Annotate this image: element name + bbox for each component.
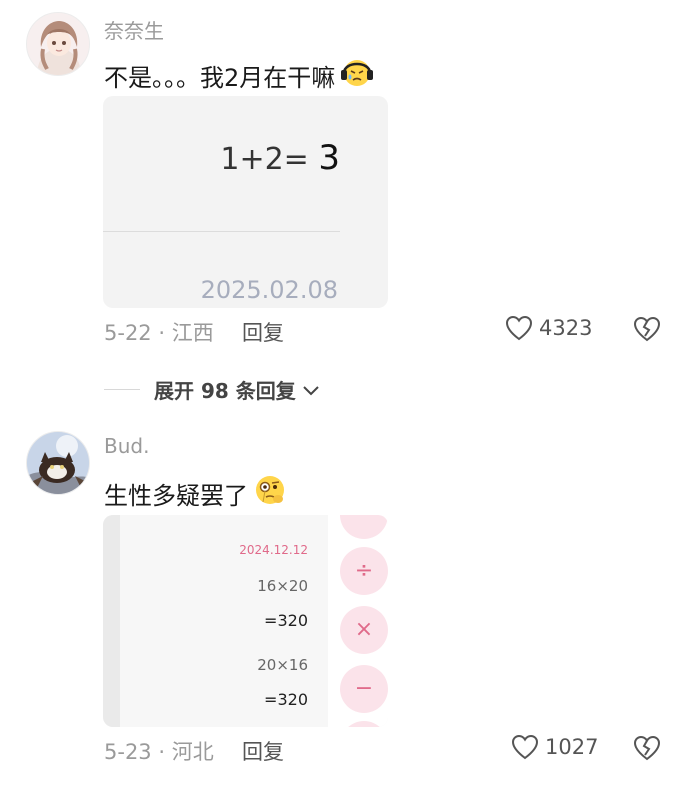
calc-expression: 1+2= 3 — [220, 138, 340, 178]
calc-result: 3 — [318, 138, 340, 178]
like-button[interactable]: 1027 — [511, 734, 598, 760]
history-panel: 2024.12.12 16×20 =320 20×16 =320 — [120, 515, 328, 727]
meta-dot: · — [158, 321, 166, 345]
comment-image-calculator-history[interactable]: 2024.12.12 16×20 =320 20×16 =320 ÷ × − — [103, 515, 388, 727]
avatar[interactable] — [26, 431, 90, 495]
calc-button-minus: − — [340, 665, 388, 713]
reply-button[interactable]: 回复 — [242, 736, 284, 766]
dislike-button[interactable] — [633, 316, 661, 346]
username[interactable]: 奈奈生 — [104, 15, 164, 44]
comment-date: 5-22 — [104, 321, 152, 345]
dislike-button[interactable] — [633, 735, 661, 765]
reply-button[interactable]: 回复 — [242, 317, 284, 347]
like-count: 1027 — [545, 735, 599, 759]
calc-divider — [103, 231, 340, 232]
expand-divider — [104, 389, 140, 390]
comment-location: 江西 — [171, 321, 214, 345]
avatar-cat-photo-image — [27, 432, 89, 494]
broken-heart-icon — [633, 735, 661, 761]
meta-dot: · — [158, 740, 166, 764]
history-expression: 20×16 — [257, 656, 308, 674]
like-count: 4323 — [539, 316, 593, 340]
like-button[interactable]: 4323 — [505, 315, 592, 341]
avatar[interactable] — [26, 12, 90, 76]
comment-date: 5-23 — [104, 740, 152, 764]
calc-button-divide: ÷ — [340, 547, 388, 595]
calc-date: 2025.02.08 — [200, 276, 338, 304]
username[interactable]: Bud. — [104, 434, 149, 458]
history-result: =320 — [264, 690, 308, 709]
comment-text: 不是。。。我2月在干嘛 — [104, 54, 375, 96]
monocle-face-icon — [252, 472, 288, 514]
comment-text-content: 不是。。。我2月在干嘛 — [104, 63, 336, 92]
history-date: 2024.12.12 — [239, 543, 308, 557]
comment-text: 生性多疑罢了 — [104, 472, 288, 514]
comment-image-calculator[interactable]: 1+2= 3 2025.02.08 — [103, 96, 388, 308]
heart-icon — [505, 315, 533, 341]
avatar-anime-girl-image — [27, 13, 89, 75]
chevron-down-icon — [303, 385, 319, 395]
comment-meta: 5-22 · 江西 — [104, 317, 214, 347]
comment-meta: 5-23 · 河北 — [104, 736, 214, 766]
history-expression: 16×20 — [257, 577, 308, 595]
expand-replies-label: 展开 98 条回复 — [154, 379, 296, 403]
headphone-sad-face-icon — [339, 54, 375, 96]
comment-location: 河北 — [171, 740, 214, 764]
calc-button-multiply: × — [340, 606, 388, 654]
broken-heart-icon — [633, 316, 661, 342]
calc-expression-text: 1+2= — [220, 142, 309, 177]
heart-icon — [511, 734, 539, 760]
history-left-strip — [103, 515, 120, 727]
comment-text-content: 生性多疑罢了 — [104, 481, 248, 510]
history-result: =320 — [264, 611, 308, 630]
expand-replies-button[interactable]: 展开 98 条回复 — [104, 375, 320, 404]
